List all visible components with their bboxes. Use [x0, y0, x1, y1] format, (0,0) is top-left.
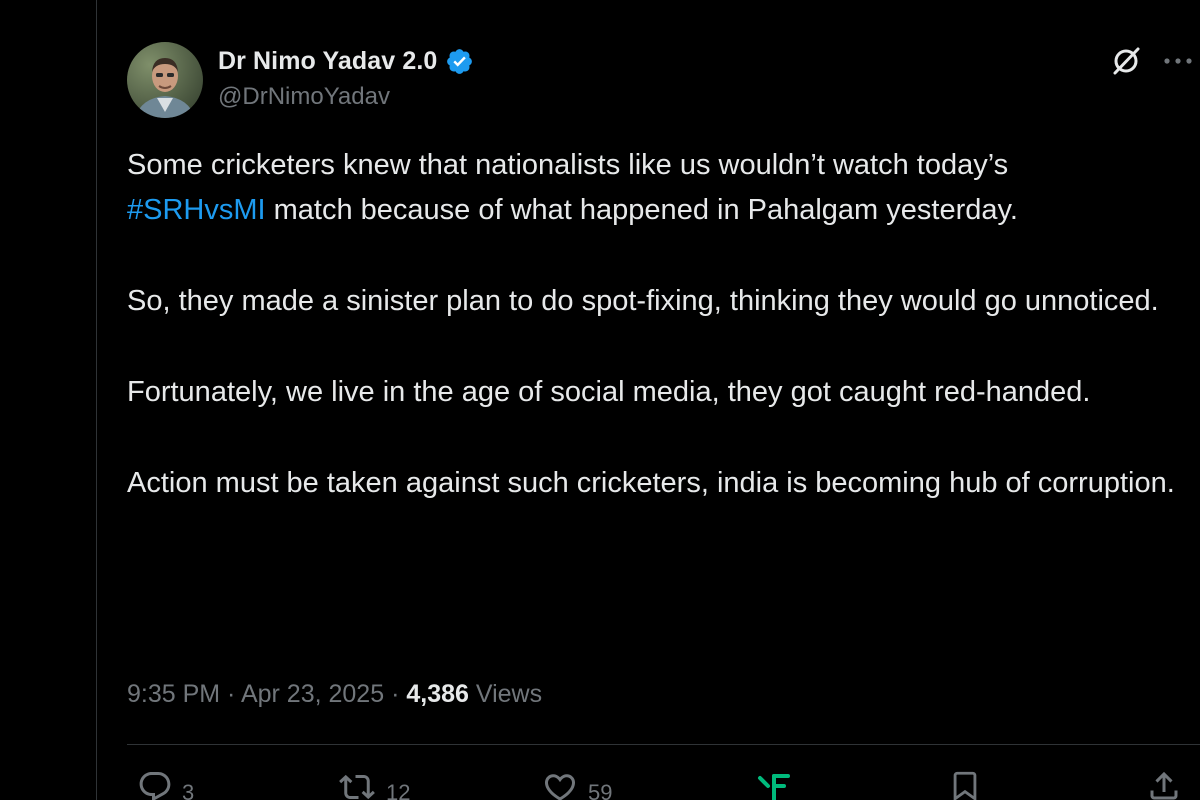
reply-count: 3 — [182, 780, 195, 800]
like-button[interactable]: 59 — [540, 768, 612, 800]
retweet-count: 12 — [386, 780, 411, 800]
author-display-name[interactable]: Dr Nimo Yadav 2.0 — [218, 47, 437, 76]
tweet-paragraph: So, they made a sinister plan to do spot… — [127, 285, 1159, 317]
bookmark-button[interactable] — [948, 768, 982, 800]
tweet-date[interactable]: Apr 23, 2025 — [241, 680, 384, 708]
tweet-text: Some cricketers knew that nationalists l… — [127, 143, 1187, 506]
reply-button[interactable]: 3 — [136, 768, 194, 800]
avatar[interactable] — [127, 42, 203, 118]
tweet-paragraph: Fortunately, we live in the age of socia… — [127, 376, 1091, 408]
share-icon — [1150, 771, 1178, 800]
column-border — [96, 0, 97, 800]
heart-icon — [545, 774, 575, 800]
reply-icon — [139, 772, 171, 800]
author-name-row: Dr Nimo Yadav 2.0 — [218, 42, 474, 80]
tweet-detail-page: Dr Nimo Yadav 2.0 @DrNimoYadav Some cric… — [0, 0, 1200, 800]
verified-badge-icon — [445, 47, 474, 76]
tweet-paragraph: Some cricketers knew that nationalists l… — [127, 143, 1187, 233]
retweet-icon — [339, 774, 375, 800]
share-button[interactable] — [1146, 768, 1182, 800]
meta-separator: · — [384, 680, 407, 708]
views-count: 4,386 — [406, 680, 469, 708]
divider — [127, 744, 1200, 745]
bookmark-icon — [953, 771, 977, 800]
author-handle[interactable]: @DrNimoYadav — [218, 83, 390, 111]
views-label: Views — [468, 680, 543, 708]
meta-separator: · — [220, 680, 241, 708]
analytics-button[interactable] — [756, 768, 792, 800]
tweet-time[interactable]: 9:35 PM — [127, 680, 220, 708]
tweet-paragraph: Action must be taken against such cricke… — [127, 467, 1175, 499]
paragraph-text: match because of what happened in Pahalg… — [265, 194, 1018, 226]
analytics-icon — [758, 774, 790, 800]
paragraph-text: Some cricketers knew that nationalists l… — [127, 149, 1009, 181]
grok-icon[interactable] — [1110, 45, 1142, 77]
like-count: 59 — [588, 780, 613, 800]
hashtag-link[interactable]: #SRHvsMI — [127, 194, 266, 226]
tweet-meta: 9:35 PM · Apr 23, 2025 · 4,386 Views — [127, 675, 542, 713]
retweet-button[interactable]: 12 — [336, 768, 410, 800]
more-icon[interactable] — [1163, 51, 1193, 71]
